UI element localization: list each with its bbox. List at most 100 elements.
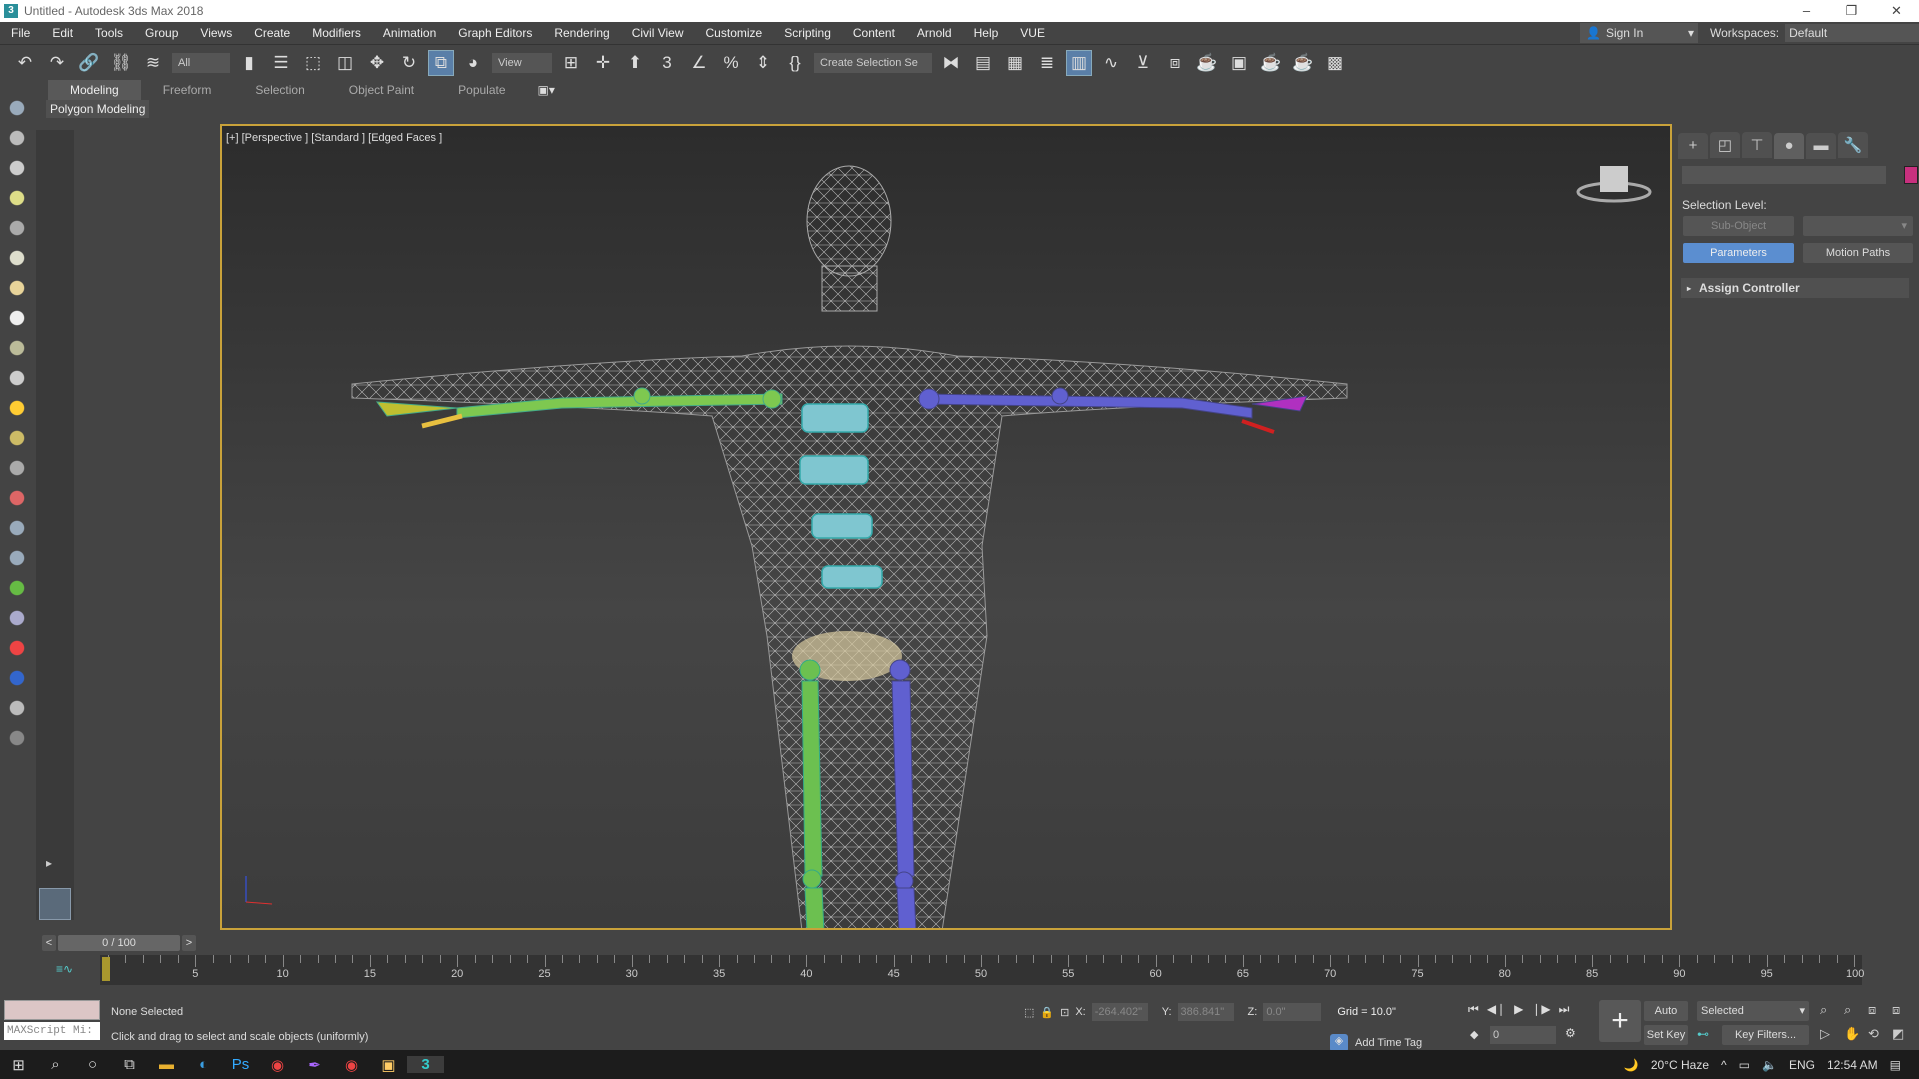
percent-snap-icon[interactable]: %	[718, 50, 744, 76]
create-icon[interactable]: +	[1678, 132, 1708, 159]
search-icon[interactable]: ⌕	[37, 1056, 74, 1073]
selection-filter-dropdown[interactable]: All	[172, 52, 230, 73]
menu-tools[interactable]: Tools	[84, 26, 134, 40]
schematic-view-icon[interactable]: ⊻	[1130, 50, 1156, 76]
mirror-icon[interactable]: ⧓	[938, 50, 964, 76]
bone-icon[interactable]	[5, 486, 29, 510]
chrome-profile-icon[interactable]: ◉	[333, 1056, 370, 1074]
photos-icon[interactable]: ▣	[370, 1056, 407, 1074]
menu-content[interactable]: Content	[842, 26, 906, 40]
menu-scripting[interactable]: Scripting	[773, 26, 842, 40]
menu-arnold[interactable]: Arnold	[906, 26, 963, 40]
set-keys-icon[interactable]: +	[1599, 1000, 1641, 1042]
plane-icon[interactable]	[5, 276, 29, 300]
rendered-frame-icon[interactable]: ▣	[1226, 50, 1252, 76]
perspective-viewport[interactable]: [+] [Perspective ] [Standard ] [Edged Fa…	[220, 124, 1672, 930]
select-by-name-icon[interactable]: ☰	[268, 50, 294, 76]
workspaces-dropdown[interactable]: Default	[1785, 24, 1919, 42]
time-slider[interactable]: < 0 / 100 >	[42, 935, 200, 951]
named-selection-set-dropdown[interactable]: Create Selection Se	[814, 52, 932, 73]
cortana-icon[interactable]: ○	[74, 1056, 111, 1073]
rect-selection-icon[interactable]: ⬚	[300, 50, 326, 76]
edit-named-selection-icon[interactable]: {}	[782, 50, 808, 76]
clock[interactable]: 12:54 AM	[1827, 1058, 1878, 1072]
file-explorer-icon[interactable]: ▬	[148, 1056, 185, 1073]
selection-lock-icon[interactable]: 🔒	[1040, 1006, 1054, 1019]
previous-frame-icon[interactable]: ◀❘	[1487, 1002, 1506, 1017]
torus-icon[interactable]	[5, 336, 29, 360]
ribbon-tab-populate[interactable]: Populate	[436, 80, 527, 100]
sphere-blue-icon[interactable]	[5, 606, 29, 630]
ribbon-options-icon[interactable]: ▣▾	[538, 83, 555, 97]
maxscript-mini-listener[interactable]: MAXScript Mi:	[4, 1022, 100, 1040]
go-to-end-icon[interactable]: ⏭	[1559, 1002, 1570, 1017]
curve-editor-toggle-icon[interactable]: ≡∿	[56, 962, 73, 976]
prev-frame-button[interactable]: <	[42, 935, 56, 951]
feather-app-icon[interactable]: ✒	[296, 1056, 333, 1074]
y-coordinate-field[interactable]: 386.841"	[1177, 1003, 1234, 1021]
zoom-extents-icon[interactable]: ⧈	[1868, 1002, 1892, 1018]
motion-icon[interactable]: ●	[1774, 132, 1804, 159]
ribbon-tab-object-paint[interactable]: Object Paint	[327, 80, 436, 100]
pan-icon[interactable]: ✋	[1844, 1026, 1868, 1042]
menu-group[interactable]: Group	[134, 26, 189, 40]
zoom-all-icon[interactable]: ⌕	[1844, 1002, 1868, 1018]
shader-icon[interactable]	[5, 666, 29, 690]
assign-controller-rollout[interactable]: ▸ Assign Controller	[1681, 278, 1909, 298]
motion-paths-button[interactable]: Motion Paths	[1803, 243, 1913, 263]
next-frame-icon[interactable]: ❘▶	[1531, 1002, 1550, 1017]
maxscript-listener-output[interactable]	[4, 1000, 100, 1020]
angle-snap-icon[interactable]: ∠	[686, 50, 712, 76]
object-color-swatch[interactable]	[1904, 166, 1918, 184]
time-slider-thumb[interactable]: 0 / 100	[58, 935, 180, 951]
edge-icon[interactable]: ◐	[185, 1056, 222, 1073]
menu-views[interactable]: Views	[189, 26, 243, 40]
plant-icon[interactable]	[5, 576, 29, 600]
sub-object-dropdown[interactable]: ▾	[1803, 216, 1913, 236]
menu-file[interactable]: File	[0, 26, 41, 40]
absolute-mode-icon[interactable]: ⊡	[1060, 1006, 1069, 1019]
rotate-icon[interactable]: ↻	[396, 50, 422, 76]
key-mode-toggle-icon[interactable]: ◆	[1470, 1028, 1478, 1041]
curve-editor-icon[interactable]: ∿	[1098, 50, 1124, 76]
cylinder-icon[interactable]	[5, 186, 29, 210]
sphere-icon[interactable]	[5, 156, 29, 180]
bind-spacewarp-icon[interactable]: ≋	[140, 50, 166, 76]
display-icon[interactable]: ▬	[1806, 132, 1836, 159]
render-iterative-icon[interactable]: ☕	[1290, 50, 1316, 76]
redo-icon[interactable]: ↷	[44, 50, 70, 76]
render-icon[interactable]: ☕	[1258, 50, 1284, 76]
pivot-center-icon[interactable]: ⊞	[558, 50, 584, 76]
layer-explorer-icon[interactable]: ≣	[1034, 50, 1060, 76]
ribbon-tab-freeform[interactable]: Freeform	[141, 80, 234, 100]
render-setup-icon[interactable]: ☕	[1194, 50, 1220, 76]
grid-icon[interactable]	[5, 456, 29, 480]
network-icon[interactable]: ▭	[1739, 1058, 1750, 1072]
x-coordinate-field[interactable]: -264.402"	[1091, 1003, 1148, 1021]
colors-icon[interactable]	[5, 636, 29, 660]
cone-icon[interactable]	[5, 366, 29, 390]
help-icon[interactable]	[5, 726, 29, 750]
menu-modifiers[interactable]: Modifiers	[301, 26, 372, 40]
material-editor-icon[interactable]: ⧈	[1162, 50, 1188, 76]
particle-icon[interactable]	[5, 546, 29, 570]
orbit-icon[interactable]: ⟲	[1868, 1026, 1892, 1042]
play-icon[interactable]: ▶	[1514, 1002, 1523, 1017]
link-icon[interactable]: 🔗	[76, 50, 102, 76]
ribbon-toggle-icon[interactable]: ▥	[1066, 49, 1092, 76]
start-icon[interactable]: ⊞	[0, 1056, 37, 1074]
unlink-icon[interactable]: ⛓	[108, 50, 134, 76]
notifications-icon[interactable]: ▤	[1890, 1058, 1901, 1072]
geosphere-icon[interactable]	[5, 306, 29, 330]
3dsmax-taskbar-icon[interactable]: 3	[407, 1056, 444, 1073]
scale-icon[interactable]: ⧉	[428, 49, 454, 76]
window-crossing-icon[interactable]: ◫	[332, 50, 358, 76]
photoshop-icon[interactable]: Ps	[222, 1056, 259, 1073]
minimize-button[interactable]: –	[1784, 0, 1829, 22]
parameters-button[interactable]: Parameters	[1683, 243, 1794, 263]
scene-explorer-icon[interactable]: ▦	[1002, 50, 1028, 76]
volume-icon[interactable]: 🔈	[1762, 1058, 1777, 1072]
z-coordinate-field[interactable]: 0.0"	[1263, 1003, 1322, 1021]
field-of-view-icon[interactable]: ▷	[1820, 1026, 1844, 1042]
box-icon[interactable]	[5, 126, 29, 150]
